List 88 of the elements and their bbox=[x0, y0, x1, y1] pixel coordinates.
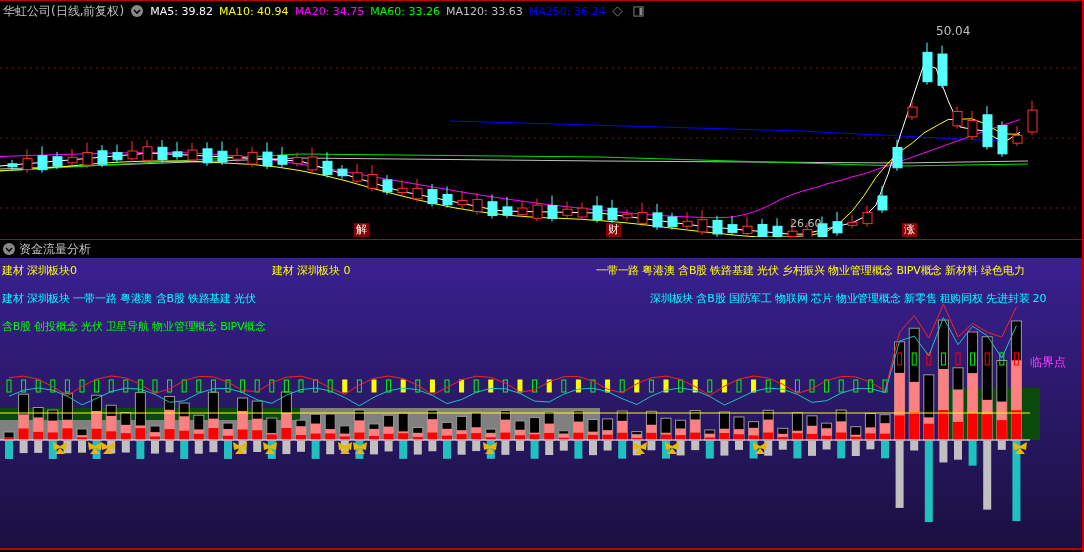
outflow-bar bbox=[78, 441, 86, 453]
outflow-bar bbox=[224, 441, 232, 459]
outflow-bar bbox=[618, 441, 627, 459]
outflow-bar bbox=[837, 441, 846, 459]
event-marker[interactable]: 涨 bbox=[902, 223, 917, 237]
outflow-bar bbox=[457, 441, 466, 455]
outflow-bar bbox=[954, 441, 962, 460]
outflow-bar bbox=[194, 441, 203, 454]
butterfly-icon bbox=[88, 442, 102, 454]
outflow-bar bbox=[939, 441, 948, 463]
butterfly-icon bbox=[233, 442, 247, 454]
outflow-bar bbox=[997, 441, 1006, 450]
ma-value: MA5: 39.82 bbox=[150, 4, 213, 18]
event-marker[interactable]: 解 bbox=[354, 223, 369, 237]
chart-title: 华虹公司(日线,前复权) bbox=[3, 2, 125, 20]
sector-tags: 一带一路 粤港澳 含B股 铁路基建 光伏 乡村振兴 物业管理概念 BIPV概念 新材料 绿色电力 bbox=[596, 264, 1025, 278]
outflow-bar bbox=[545, 441, 554, 455]
outflow-bar bbox=[691, 441, 700, 451]
outflow-bar bbox=[910, 441, 919, 451]
butterfly-icon bbox=[483, 442, 497, 454]
outflow-bar bbox=[399, 441, 408, 459]
outflow-bar bbox=[647, 441, 656, 451]
butterfly-icon bbox=[263, 442, 277, 454]
ma-value: MA20: 34.75 bbox=[294, 4, 365, 18]
sector-tags: 含B股 创投概念 光伏 卫星导航 物业管理概念 BIPV概念 bbox=[2, 320, 266, 334]
outflow-bar bbox=[866, 441, 875, 450]
butterfly-icon bbox=[1013, 442, 1027, 454]
outflow-bar bbox=[384, 441, 393, 452]
outflow-bar bbox=[443, 441, 451, 459]
panel-toggle-icon[interactable] bbox=[632, 5, 644, 17]
outflow-bar bbox=[559, 441, 568, 451]
outflow-bar bbox=[180, 441, 189, 459]
chevron-down-icon[interactable] bbox=[3, 243, 15, 255]
sector-tags: 建材 深圳板块 0 bbox=[272, 264, 351, 278]
outflow-bar bbox=[472, 441, 481, 452]
butterfly-icon bbox=[353, 442, 367, 454]
outflow-bar bbox=[311, 441, 320, 459]
outflow-bar bbox=[136, 441, 145, 459]
outflow-bar bbox=[121, 441, 130, 453]
outflow-bar bbox=[297, 441, 305, 452]
outflow-bar bbox=[370, 441, 378, 455]
outflow-bar bbox=[5, 441, 13, 459]
outflow-bar bbox=[735, 441, 743, 450]
outflow-bar bbox=[501, 441, 510, 455]
sector-tags: 深圳板块 含B股 国防军工 物联网 芯片 物业管理概念 新零售 租购同权 先进封装 20 bbox=[650, 292, 1047, 306]
outflow-bar bbox=[413, 441, 422, 455]
outflow-bar bbox=[19, 441, 28, 454]
outflow-bar bbox=[516, 441, 524, 451]
outflow-bar bbox=[34, 441, 43, 453]
outflow-bar bbox=[778, 441, 787, 450]
low-price-label: 26.60 bbox=[790, 217, 822, 230]
outflow-bar bbox=[793, 441, 802, 459]
outflow-bar bbox=[705, 441, 714, 459]
outflow-bar bbox=[895, 441, 904, 508]
butterfly-icon bbox=[53, 442, 67, 454]
outflow-bar bbox=[968, 441, 977, 466]
outflow-bar bbox=[574, 441, 583, 459]
high-price-label: 50.04 bbox=[936, 24, 971, 38]
ma-value: MA250: 36.24 bbox=[528, 4, 606, 18]
outflow-bar bbox=[720, 441, 729, 456]
outflow-bar bbox=[282, 441, 291, 455]
ma-value: MA10: 40.94 bbox=[218, 4, 289, 18]
indicator-title: 资金流量分析 bbox=[19, 240, 91, 258]
outflow-bar bbox=[530, 441, 539, 459]
butterfly-icon bbox=[753, 442, 767, 454]
butterfly-icon bbox=[633, 442, 647, 454]
chevron-down-icon[interactable] bbox=[131, 5, 144, 17]
outflow-bar bbox=[165, 441, 174, 453]
butterfly-icon bbox=[101, 442, 115, 454]
outflow-bar bbox=[822, 441, 831, 450]
event-marker[interactable]: 财 bbox=[606, 223, 621, 237]
outflow-bar bbox=[428, 441, 437, 452]
butterfly-icon bbox=[665, 442, 679, 454]
outflow-bar bbox=[603, 441, 612, 451]
outflow-bar bbox=[326, 441, 335, 455]
outflow-bar bbox=[983, 441, 992, 510]
critical-point-label: 临界点 bbox=[1030, 354, 1066, 371]
sector-tags: 建材 深圳板块 一带一路 粤港澳 含B股 铁路基建 光伏 bbox=[2, 292, 256, 306]
sector-tags: 建材 深圳板块0 bbox=[2, 264, 77, 278]
outflow-bar bbox=[589, 441, 597, 456]
ma-value: MA60: 33.26 bbox=[370, 4, 441, 18]
outflow-bar bbox=[851, 441, 860, 456]
outflow-bar bbox=[209, 441, 218, 453]
ma-value: MA120: 33.63 bbox=[446, 4, 523, 18]
outflow-bar bbox=[253, 441, 262, 452]
outflow-bar bbox=[808, 441, 816, 456]
outflow-bar bbox=[881, 441, 889, 459]
outflow-bar bbox=[151, 441, 159, 454]
